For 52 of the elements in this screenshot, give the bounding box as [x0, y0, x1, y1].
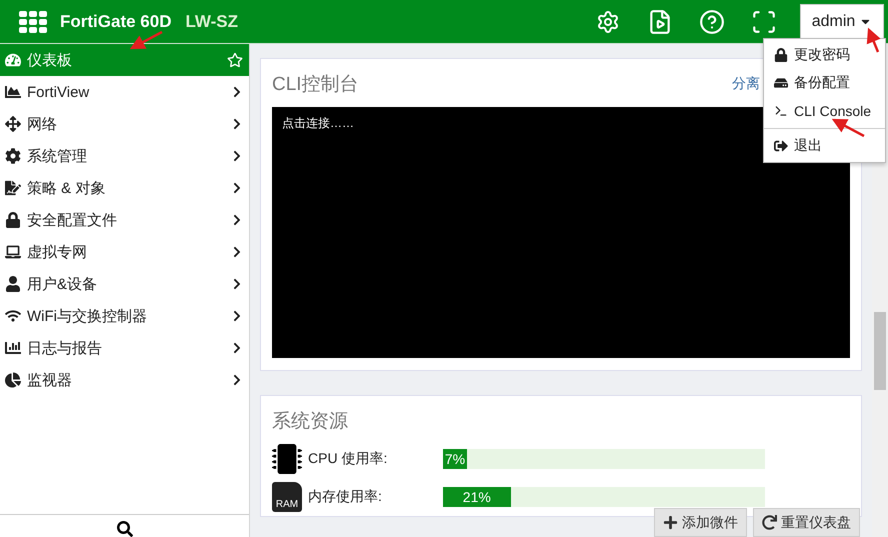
pie-chart-icon	[5, 372, 21, 388]
chevron-icon	[231, 118, 243, 130]
lock-icon	[5, 212, 21, 228]
gear-icon	[5, 148, 21, 164]
drive-icon	[774, 76, 788, 90]
logo-icon	[18, 10, 48, 34]
meter-label: CPU 使用率:	[308, 450, 388, 468]
plus-icon	[663, 515, 678, 530]
help-icon[interactable]	[698, 8, 726, 36]
user-icon	[5, 276, 21, 292]
detach-link[interactable]: 分离	[732, 75, 760, 93]
hostname: LW-SZ	[185, 12, 238, 32]
usage-fill: 21%	[443, 487, 511, 507]
panel-title: CLI控制台	[272, 73, 359, 97]
chevron-icon	[231, 86, 243, 98]
user-menu-button[interactable]: admin	[800, 4, 884, 40]
chevron-icon	[231, 374, 243, 386]
sign-out-icon	[774, 139, 788, 153]
chevron-icon	[231, 246, 243, 258]
bar-chart-icon	[5, 340, 21, 356]
star-icon[interactable]	[227, 52, 243, 68]
menu-item[interactable]: 备份配置	[764, 69, 885, 97]
toolbar-button[interactable]: 重置仪表盘	[753, 508, 860, 537]
area-chart-icon	[5, 84, 21, 100]
chevron-icon	[231, 182, 243, 194]
meter-label: 内存使用率:	[308, 488, 383, 506]
lock-icon	[774, 48, 788, 62]
wifi-icon	[5, 308, 21, 324]
usage-fill: 7%	[443, 449, 467, 469]
menu-item[interactable]: 更改密码	[764, 41, 885, 69]
terminal-text: 点击连接……	[282, 116, 354, 130]
chevron-icon	[231, 310, 243, 322]
toolbar-button[interactable]: 添加微件	[654, 508, 747, 537]
panel-title: 系统资源	[272, 411, 348, 432]
chevron-icon	[231, 214, 243, 226]
gauge-icon	[5, 52, 21, 68]
ram-icon: RAM	[272, 482, 302, 512]
search-icon[interactable]	[116, 521, 132, 537]
annotation-arrow	[128, 30, 164, 52]
product-name: FortiGate 60D	[60, 12, 172, 32]
annotation-arrow	[830, 116, 866, 138]
refresh-icon	[762, 515, 777, 530]
sidebar-item[interactable]: 仪表板	[0, 44, 249, 76]
move-arrows-icon	[5, 116, 21, 132]
laptop-icon	[5, 244, 21, 260]
chevron-icon	[231, 150, 243, 162]
document-icon	[5, 180, 21, 196]
terminal-icon	[774, 104, 788, 118]
chevron-icon	[231, 278, 243, 290]
chip-icon	[272, 444, 302, 474]
annotation-arrow	[864, 26, 882, 54]
chevron-icon	[231, 342, 243, 354]
